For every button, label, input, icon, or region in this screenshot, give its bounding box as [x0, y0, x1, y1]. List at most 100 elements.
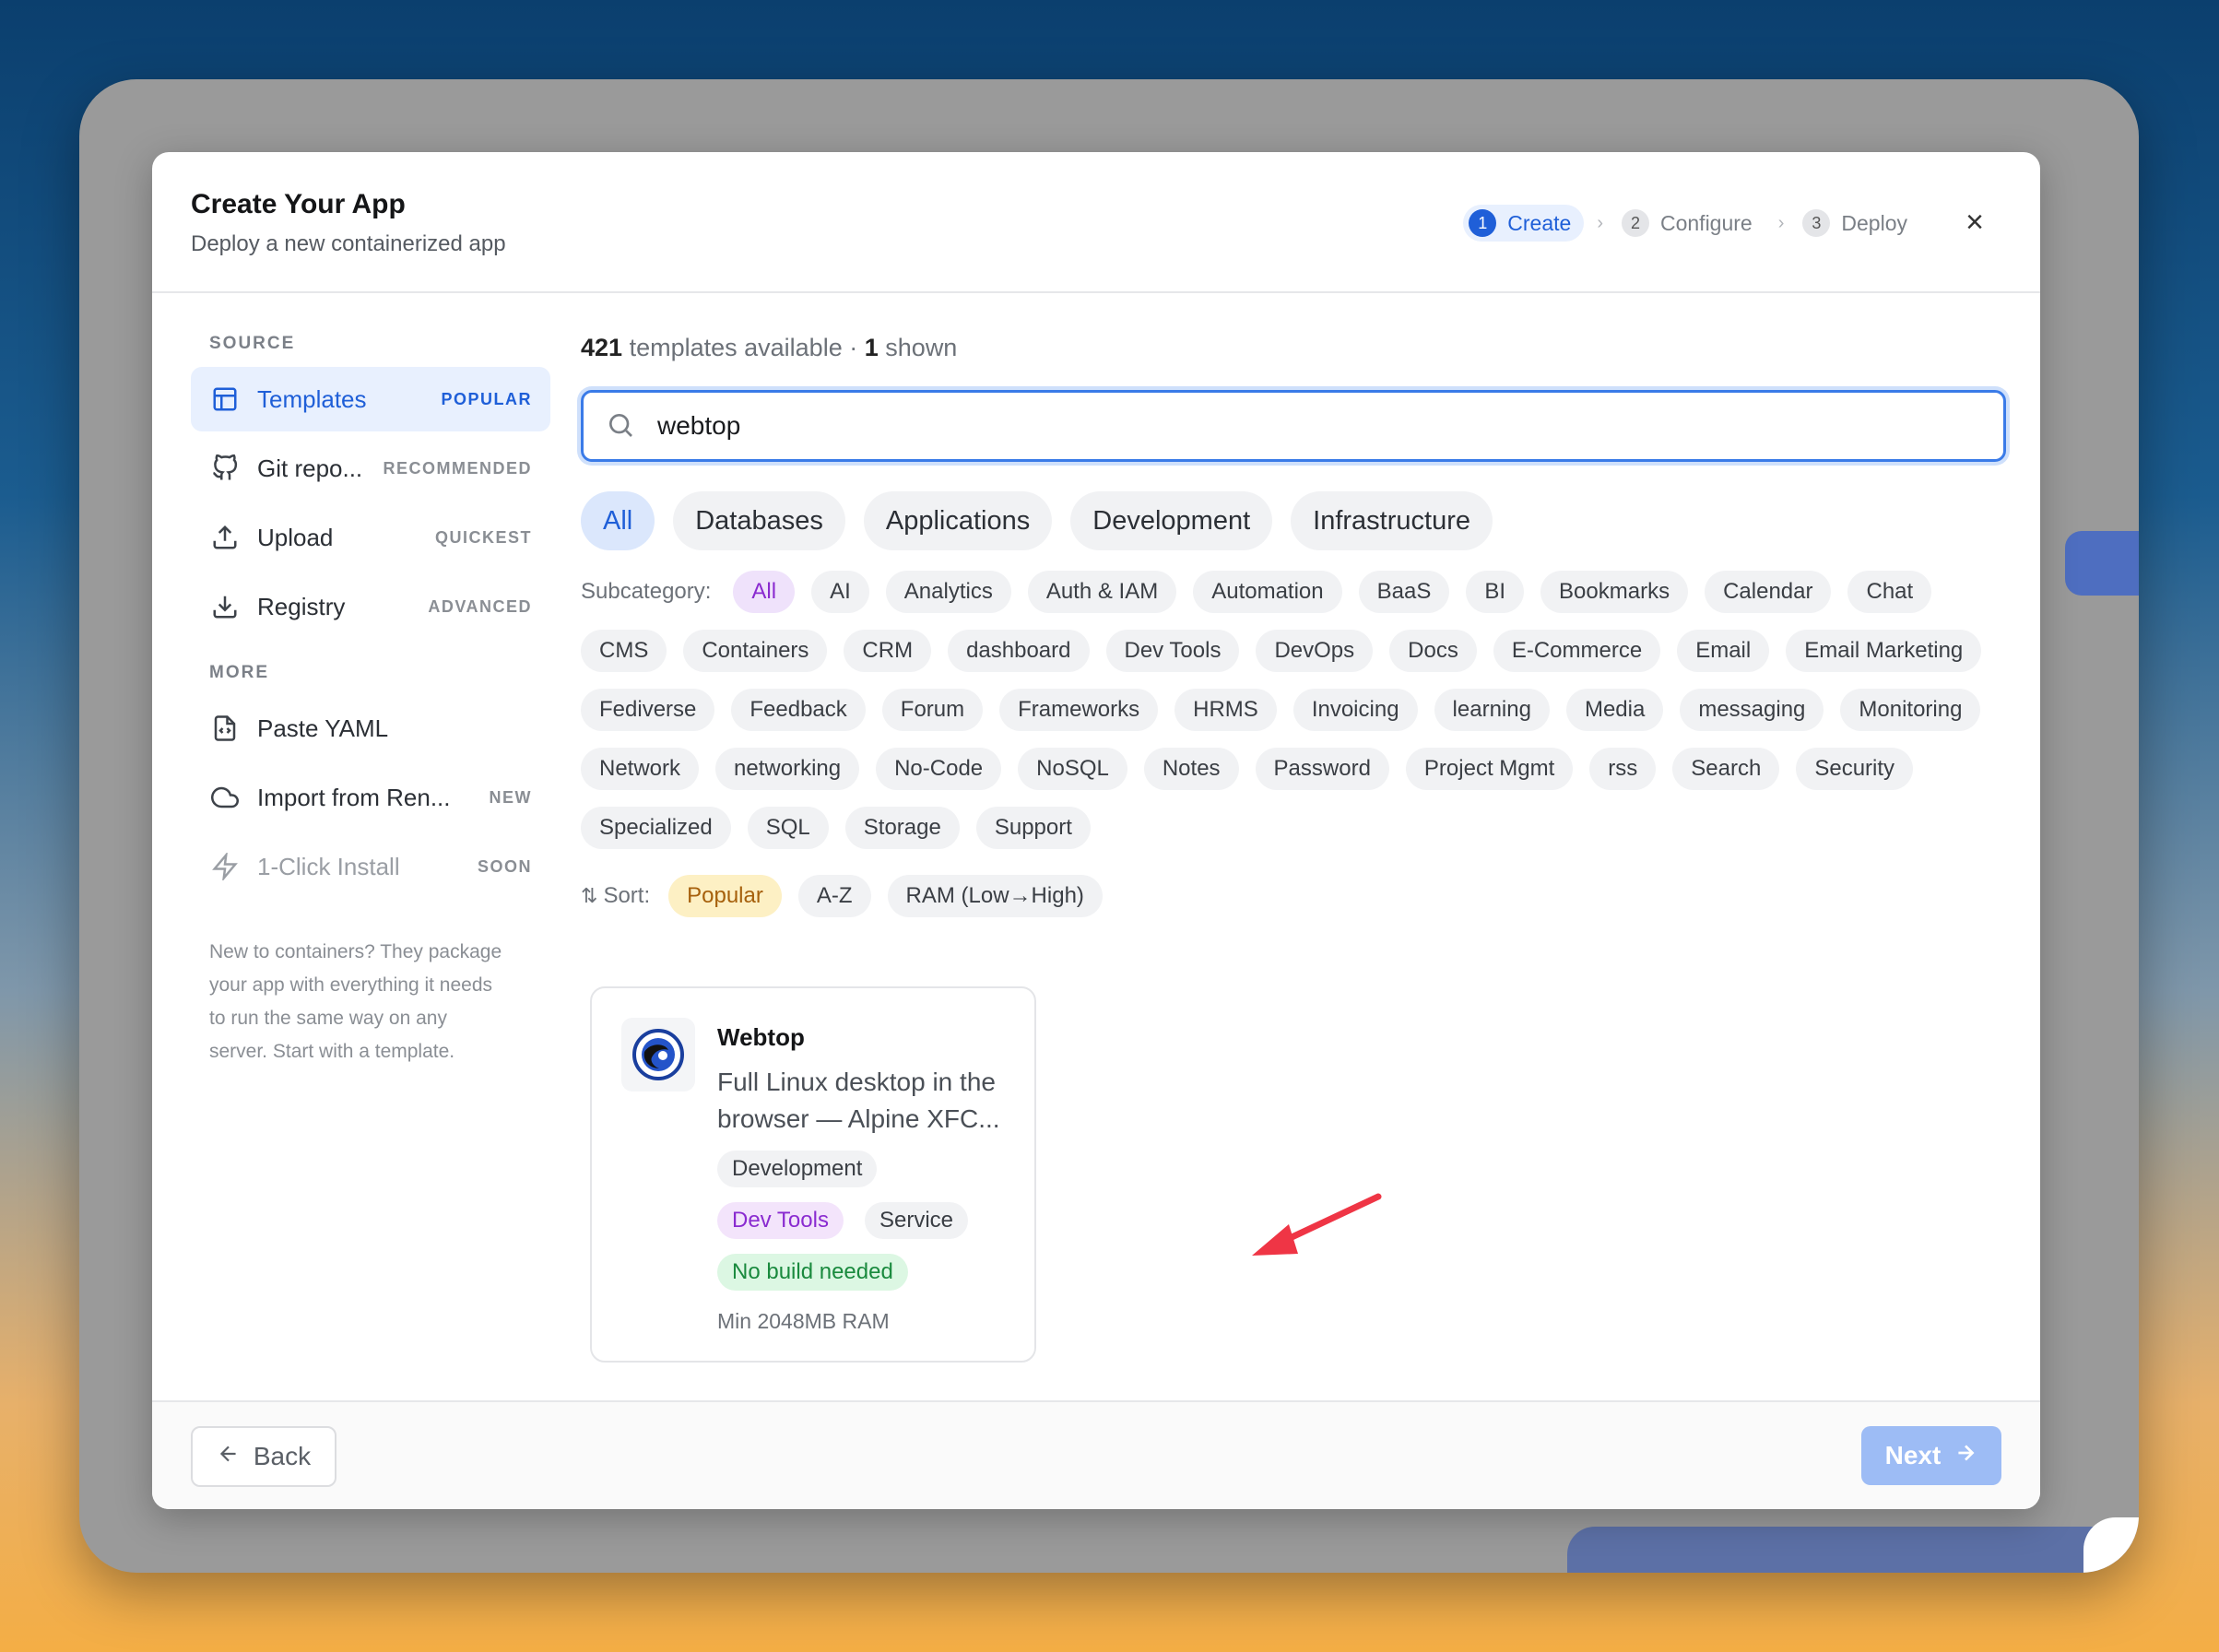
subcategory-chip[interactable]: No-Code [876, 748, 1002, 790]
subcategory-chip[interactable]: learning [1434, 689, 1550, 731]
sort-ram[interactable]: RAM (Low→High) [887, 875, 1103, 917]
sort-a-z[interactable]: A-Z [797, 875, 871, 917]
subcategory-chip[interactable]: AI [811, 571, 869, 613]
tag-category: Development [717, 1150, 878, 1187]
subcategory-chip[interactable]: Chat [1847, 571, 1932, 613]
sort-options: ⇅ Sort: Popular A-Z RAM (Low→High) [581, 875, 2010, 917]
template-card-webtop[interactable]: Webtop Full Linux desktop in the browser… [590, 986, 1036, 1363]
lightning-icon [209, 851, 241, 882]
subcategory-chip[interactable]: BaaS [1358, 571, 1450, 613]
next-label: Next [1884, 1441, 1942, 1469]
subcategory-chip[interactable]: Feedback [731, 689, 866, 731]
subcategory-chip[interactable]: Invoicing [1292, 689, 1418, 731]
subcategory-chip[interactable]: Auth & IAM [1027, 571, 1177, 613]
subcategory-chip[interactable]: rss [1589, 748, 1657, 790]
step-number: 2 [1621, 209, 1649, 237]
subcategory-chip[interactable]: Docs [1389, 630, 1477, 672]
help-text: New to containers? They package your app… [209, 941, 502, 1062]
category-infrastructure[interactable]: Infrastructure [1291, 491, 1493, 550]
step-create[interactable]: 1 Create [1463, 205, 1585, 242]
subcategory-filters: Subcategory: All AI Analytics Auth & IAM Aut… [581, 571, 2010, 866]
subcategory-chip[interactable]: Email Marketing [1786, 630, 1982, 672]
subcategory-chip[interactable]: Analytics [885, 571, 1011, 613]
category-development[interactable]: Development [1070, 491, 1273, 550]
source-heading: SOURCE [209, 334, 296, 353]
modal-title: Create Your App [191, 189, 406, 219]
subcategory-chip[interactable]: HRMS [1174, 689, 1277, 731]
subcategory-chip[interactable]: Containers [683, 630, 828, 672]
subcategory-chip[interactable]: CMS [581, 630, 667, 672]
arrow-left-icon [217, 1442, 241, 1472]
subcategory-chip[interactable]: Forum [881, 689, 984, 731]
subcategory-chip[interactable]: Monitoring [1840, 689, 1981, 731]
sort-popular[interactable]: Popular [668, 875, 782, 917]
category-all[interactable]: All [581, 491, 655, 550]
template-icon [209, 384, 241, 415]
subcategory-chip[interactable]: Password [1255, 748, 1389, 790]
subcategory-chip[interactable]: Automation [1193, 571, 1342, 613]
sidebar-item-upload[interactable]: Upload QUICKEST [191, 505, 550, 570]
template-browser: 421 templates available · 1 shown All Da… [581, 293, 2010, 917]
next-button[interactable]: Next [1861, 1426, 2001, 1485]
sidebar-item-label: 1-Click Install [257, 852, 400, 880]
subcategory-chip[interactable]: BI [1466, 571, 1525, 613]
subcategory-chip[interactable]: CRM [844, 630, 932, 672]
subcategory-chip[interactable]: dashboard [948, 630, 1090, 672]
sidebar-item-registry[interactable]: Registry ADVANCED [191, 574, 550, 639]
sidebar-item-label: Git repo... [257, 454, 363, 482]
sort-label: ⇅ Sort: [581, 883, 651, 908]
more-heading: MORE [209, 663, 269, 682]
sidebar-item-badge: SOON [477, 856, 532, 876]
arrow-right-icon [1953, 1441, 1977, 1471]
subcategory-chip[interactable]: Dev Tools [1105, 630, 1240, 672]
search-input[interactable] [657, 411, 1948, 441]
step-configure[interactable]: 2 Configure [1616, 205, 1765, 242]
subcategory-chip[interactable]: Fediverse [581, 689, 715, 731]
search-box[interactable] [581, 390, 2006, 462]
subcategory-chip[interactable]: Calendar [1705, 571, 1832, 613]
create-app-modal: Create Your App Deploy a new containeriz… [152, 152, 2040, 1509]
subcategory-chip[interactable]: Project Mgmt [1405, 748, 1574, 790]
sidebar-item-label: Registry [257, 592, 346, 620]
subcategory-chip[interactable]: Frameworks [999, 689, 1159, 731]
subcategory-chip[interactable]: Media [1565, 689, 1664, 731]
subcategory-chip[interactable]: NoSQL [1018, 748, 1127, 790]
sidebar-item-badge: QUICKEST [434, 527, 532, 547]
background-accent [2065, 531, 2139, 596]
sidebar-item-git-repo[interactable]: Git repo... RECOMMENDED [191, 436, 550, 501]
upload-icon [209, 522, 241, 553]
close-icon[interactable]: × [1959, 206, 1990, 239]
modal-subtitle: Deploy a new containerized app [191, 231, 506, 256]
subcategory-chip[interactable]: Email [1677, 630, 1770, 672]
sidebar-item-badge: NEW [489, 787, 532, 807]
sidebar-item-templates[interactable]: Templates POPULAR [191, 367, 550, 431]
subcategory-chip[interactable]: E-Commerce [1493, 630, 1661, 672]
step-deploy[interactable]: 3 Deploy [1797, 205, 1920, 242]
file-code-icon [209, 713, 241, 744]
sidebar-item-import-render[interactable]: Import from Ren... NEW [191, 765, 550, 830]
subcategory-chip[interactable]: networking [715, 748, 860, 790]
back-button[interactable]: Back [191, 1426, 336, 1487]
subcategory-chip[interactable]: Notes [1143, 748, 1239, 790]
category-applications[interactable]: Applications [863, 491, 1053, 550]
subcategory-chip[interactable]: Specialized [581, 807, 731, 849]
subcategory-chip[interactable]: Search [1672, 748, 1780, 790]
subcategory-label: Subcategory: [581, 579, 712, 604]
sidebar-item-badge: POPULAR [441, 389, 532, 408]
category-databases[interactable]: Databases [673, 491, 845, 550]
count-shown-text: shown [885, 334, 958, 361]
subcategory-chip[interactable]: messaging [1680, 689, 1824, 731]
subcategory-chip[interactable]: Support [975, 807, 1091, 849]
step-label: Create [1507, 210, 1572, 235]
subcategory-chip[interactable]: Security [1796, 748, 1914, 790]
subcategory-chip[interactable]: All [733, 571, 796, 613]
subcategory-chip[interactable]: Network [581, 748, 700, 790]
background-bar [1567, 1527, 2139, 1573]
subcategory-chip[interactable]: SQL [747, 807, 829, 849]
sidebar-item-paste-yaml[interactable]: Paste YAML [191, 696, 550, 761]
subcategory-chip[interactable]: DevOps [1256, 630, 1374, 672]
cloud-icon [209, 782, 241, 813]
subcategory-chip[interactable]: Bookmarks [1540, 571, 1689, 613]
annotation-arrow-icon [1252, 1193, 1382, 1256]
subcategory-chip[interactable]: Storage [844, 807, 960, 849]
